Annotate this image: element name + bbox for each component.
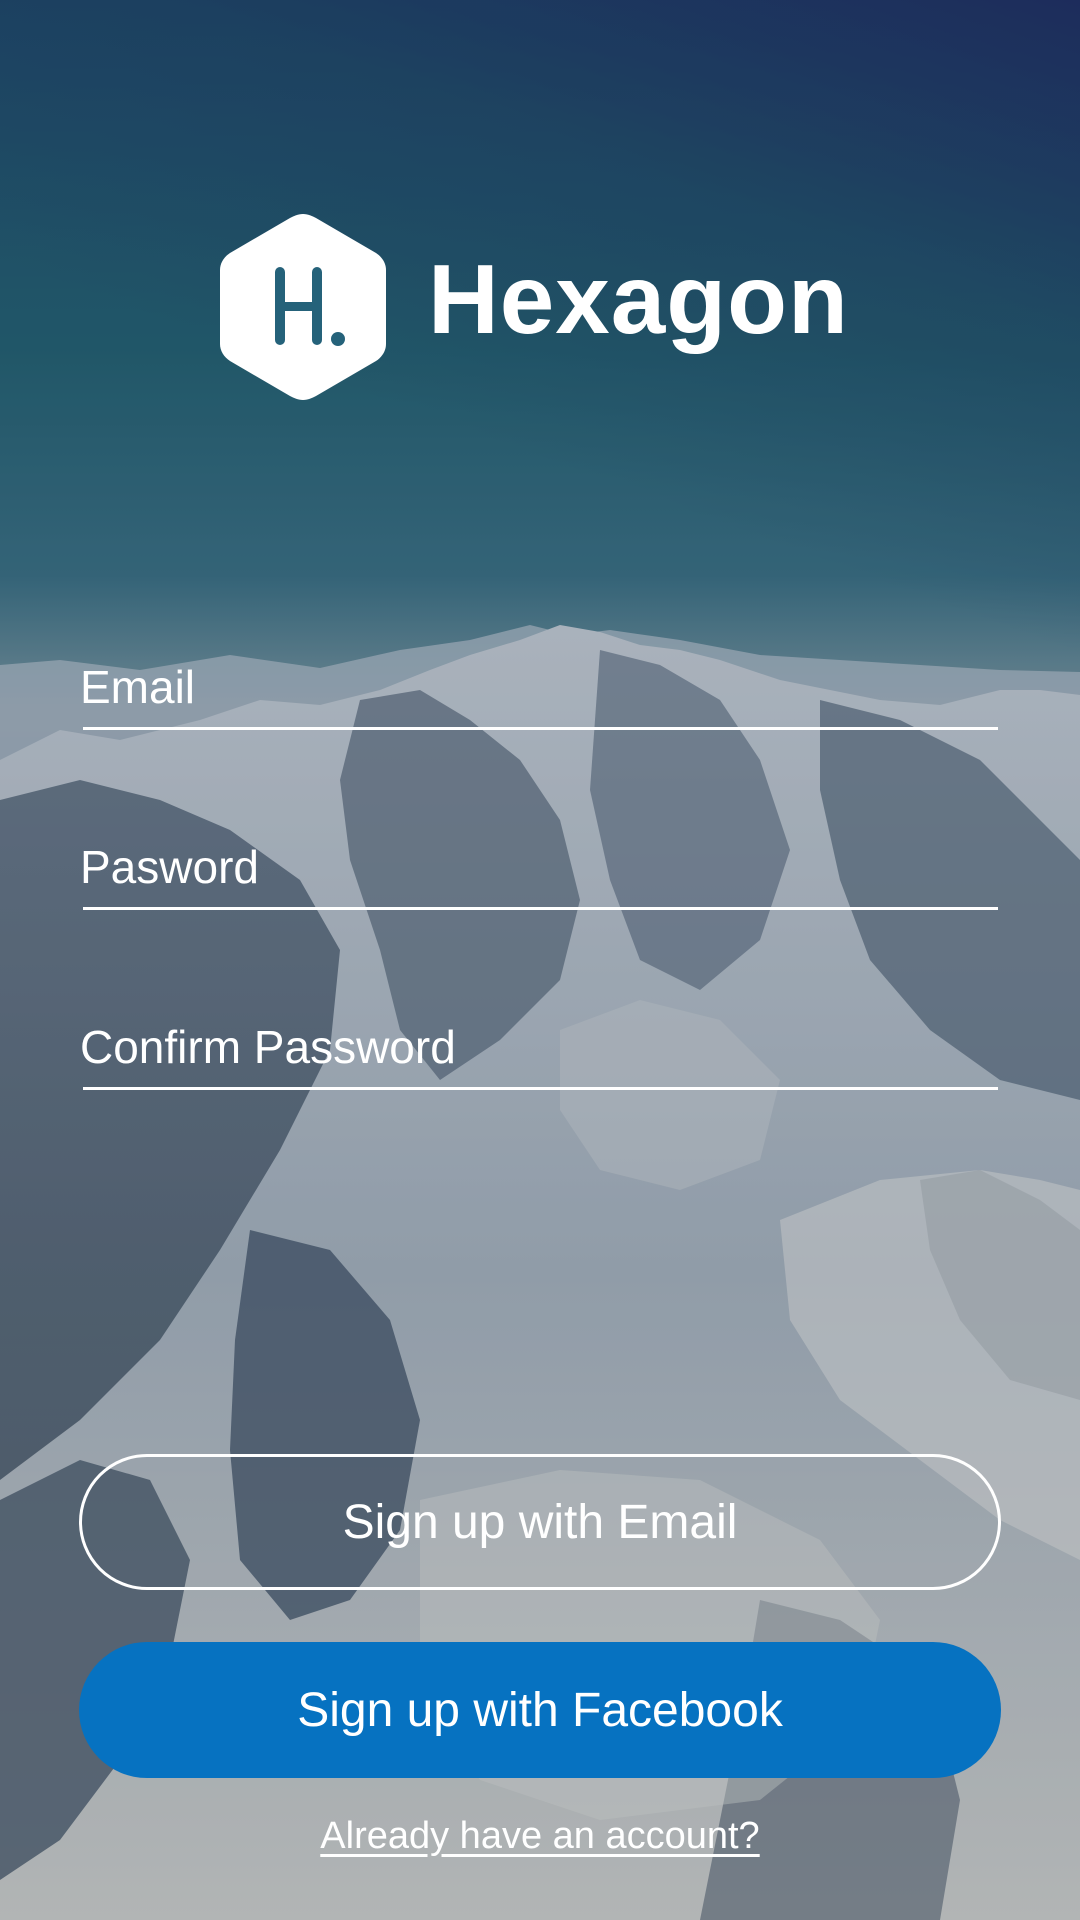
hexagon-logo-icon (220, 214, 386, 400)
password-field[interactable]: Pasword (80, 830, 998, 910)
signup-facebook-button[interactable]: Sign up with Facebook (79, 1642, 1001, 1778)
signup-facebook-label: Sign up with Facebook (297, 1683, 783, 1737)
signup-screen: Hexagon Email Pasword Confirm Password S… (0, 0, 1080, 1920)
brand-logo: Hexagon (218, 212, 868, 402)
password-placeholder: Pasword (80, 841, 259, 893)
email-field[interactable]: Email (80, 650, 998, 730)
confirm-password-placeholder: Confirm Password (80, 1021, 456, 1073)
login-link[interactable]: Already have an account? (0, 1815, 1080, 1858)
brand-name: Hexagon (428, 244, 849, 354)
email-placeholder: Email (80, 661, 196, 713)
signup-email-button[interactable]: Sign up with Email (79, 1454, 1001, 1590)
confirm-password-field[interactable]: Confirm Password (80, 1010, 998, 1090)
password-underline (83, 907, 998, 910)
signup-email-label: Sign up with Email (342, 1495, 738, 1549)
confirm-password-underline (83, 1087, 998, 1090)
email-underline (83, 727, 998, 730)
